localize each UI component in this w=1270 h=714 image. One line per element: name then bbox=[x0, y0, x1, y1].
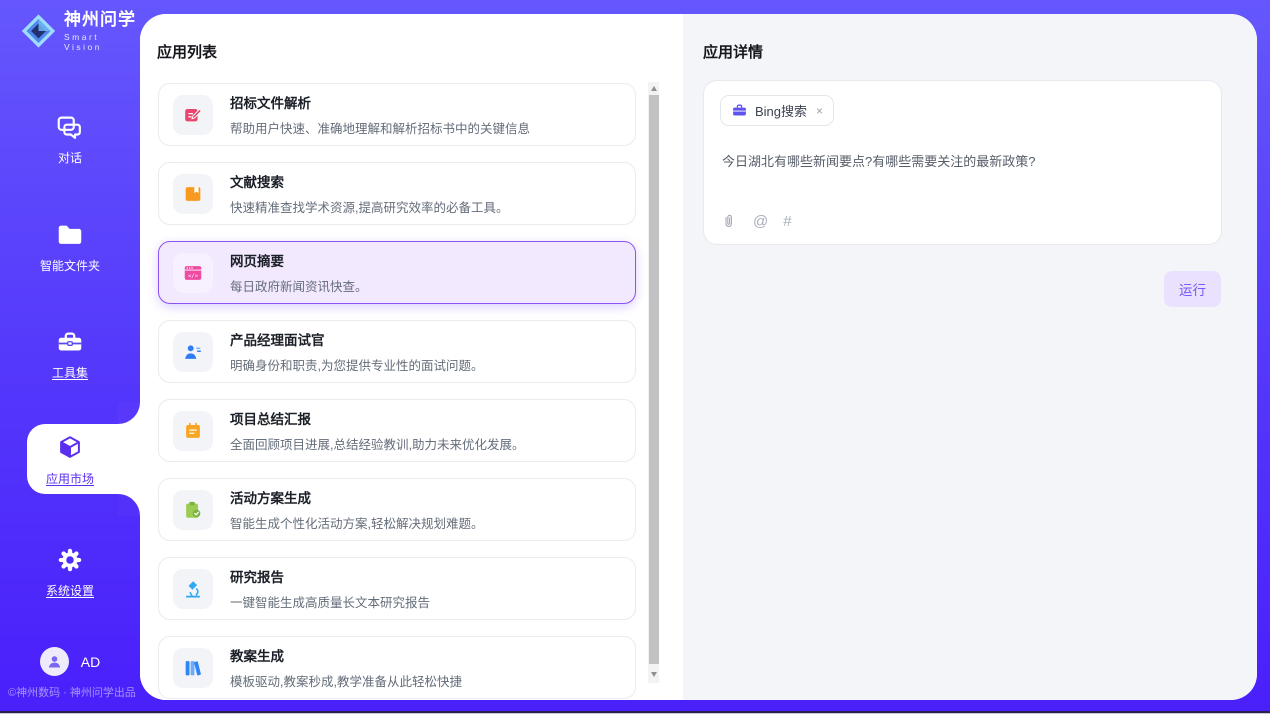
app-card-literature-search[interactable]: 文献搜索 快速精准查找学术资源,提高研究效率的必备工具。 bbox=[158, 162, 636, 225]
chat-icon bbox=[55, 112, 85, 142]
app-card-web-summary[interactable]: </> 网页摘要 每日政府新闻资讯快查。 bbox=[158, 241, 636, 304]
run-button[interactable]: 运行 bbox=[1164, 271, 1221, 307]
app-card-pm-interviewer[interactable]: 产品经理面试官 明确身份和职责,为您提供专业性的面试问题。 bbox=[158, 320, 636, 383]
scrollbar-down-button[interactable] bbox=[648, 668, 659, 680]
app-list-title: 应用列表 bbox=[157, 41, 217, 62]
microscope-icon bbox=[182, 578, 204, 600]
tool-chip-label: Bing搜索 bbox=[755, 101, 807, 120]
pill-concave-corner-top bbox=[118, 402, 140, 424]
folder-icon bbox=[55, 220, 85, 250]
app-card-title: 活动方案生成 bbox=[230, 487, 483, 507]
app-icon-tile bbox=[173, 490, 213, 530]
brand-diamond-icon bbox=[20, 12, 57, 50]
chip-close-icon[interactable]: × bbox=[816, 104, 823, 118]
brand-logo: 神州问学 Smart Vision bbox=[20, 11, 140, 52]
sidebar-item-label: 对话 bbox=[58, 149, 82, 166]
app-card-research-report[interactable]: 研究报告 一键智能生成高质量长文本研究报告 bbox=[158, 557, 636, 620]
sidebar-item-label: 系统设置 bbox=[46, 582, 94, 599]
app-card-desc: 帮助用户快速、准确地理解和解析招标书中的关键信息 bbox=[230, 118, 530, 137]
app-card-bid-document-analysis[interactable]: 招标文件解析 帮助用户快速、准确地理解和解析招标书中的关键信息 bbox=[158, 83, 636, 146]
person-icon bbox=[46, 653, 63, 670]
hash-icon[interactable]: # bbox=[783, 213, 791, 230]
app-card-title: 教案生成 bbox=[230, 645, 462, 665]
app-icon-tile: </> bbox=[173, 253, 213, 293]
query-text[interactable]: 今日湖北有哪些新闻要点?有哪些需要关注的最新政策? bbox=[722, 151, 1202, 170]
app-card-title: 网页摘要 bbox=[230, 250, 368, 270]
app-icon-tile bbox=[173, 332, 213, 372]
app-icon-tile bbox=[173, 411, 213, 451]
sidebar-item-smart-folder[interactable]: 智能文件夹 bbox=[0, 220, 140, 274]
gear-icon bbox=[55, 545, 85, 575]
scroll-up-icon bbox=[651, 86, 657, 91]
sidebar-item-toolbox[interactable]: 工具集 bbox=[0, 327, 140, 381]
sidebar-item-chat[interactable]: 对话 bbox=[0, 112, 140, 166]
cube-icon bbox=[55, 433, 85, 463]
brand-subtitle: Smart Vision bbox=[64, 32, 140, 52]
list-scrollbar[interactable] bbox=[648, 82, 659, 683]
app-card-project-summary[interactable]: 项目总结汇报 全面回顾项目进展,总结经验教训,助力未来优化发展。 bbox=[158, 399, 636, 462]
sidebar-item-label: 应用市场 bbox=[46, 470, 94, 487]
app-window: 神州问学 Smart Vision 对话 智能文件夹 工具 bbox=[0, 0, 1270, 714]
app-icon-tile bbox=[173, 648, 213, 688]
paperclip-icon[interactable] bbox=[720, 212, 738, 230]
prompt-input-card[interactable]: Bing搜索 × 今日湖北有哪些新闻要点?有哪些需要关注的最新政策? @ # bbox=[703, 80, 1222, 245]
scroll-down-icon bbox=[651, 672, 657, 677]
at-sign-icon[interactable]: @ bbox=[753, 213, 768, 230]
browser-code-icon: </> bbox=[182, 262, 204, 284]
app-detail-title: 应用详情 bbox=[703, 41, 763, 62]
app-detail-panel: 应用详情 Bing搜索 × 今日湖北有哪些新闻要点?有哪些需要关注的最新政策? bbox=[683, 14, 1257, 700]
app-card-event-plan[interactable]: 活动方案生成 智能生成个性化活动方案,轻松解决规划难题。 bbox=[158, 478, 636, 541]
app-card-title: 项目总结汇报 bbox=[230, 408, 524, 428]
main-panel: 应用列表 招标文件解析 帮助用户快速、准确地理解和解析招标书中的关键信息 bbox=[140, 14, 1257, 700]
pill-concave-corner-bottom bbox=[118, 494, 140, 516]
user-initials: AD bbox=[81, 654, 100, 670]
copyright-footer: ©神州数码 · 神州问学出品 bbox=[8, 684, 140, 700]
input-toolbar: @ # bbox=[720, 212, 792, 230]
app-card-title: 文献搜索 bbox=[230, 171, 508, 191]
app-card-title: 研究报告 bbox=[230, 566, 430, 586]
app-card-desc: 模板驱动,教案秒成,教学准备从此轻松快捷 bbox=[230, 671, 462, 690]
tool-chip-bing-search[interactable]: Bing搜索 × bbox=[720, 95, 834, 126]
app-list-panel: 应用列表 招标文件解析 帮助用户快速、准确地理解和解析招标书中的关键信息 bbox=[140, 14, 683, 700]
book-icon bbox=[182, 183, 204, 205]
sidebar-item-settings[interactable]: 系统设置 bbox=[0, 545, 140, 599]
app-card-desc: 明确身份和职责,为您提供专业性的面试问题。 bbox=[230, 355, 483, 374]
app-card-list: 招标文件解析 帮助用户快速、准确地理解和解析招标书中的关键信息 文献搜索 快速精… bbox=[158, 83, 636, 700]
app-card-title: 产品经理面试官 bbox=[230, 329, 483, 349]
app-card-lesson-plan[interactable]: 教案生成 模板驱动,教案秒成,教学准备从此轻松快捷 bbox=[158, 636, 636, 699]
books-icon bbox=[182, 657, 204, 679]
sidebar-item-label: 工具集 bbox=[52, 364, 88, 381]
toolbox-icon bbox=[55, 327, 85, 357]
sidebar-item-label: 智能文件夹 bbox=[40, 257, 100, 274]
svg-text:</>: </> bbox=[188, 273, 199, 279]
sidebar-item-app-market[interactable]: 应用市场 bbox=[0, 433, 140, 487]
app-card-desc: 每日政府新闻资讯快查。 bbox=[230, 276, 368, 295]
avatar bbox=[40, 647, 69, 676]
app-icon-tile bbox=[173, 174, 213, 214]
briefcase-icon bbox=[731, 102, 748, 119]
brand-name: 神州问学 bbox=[64, 11, 140, 30]
run-row: 运行 bbox=[1164, 271, 1221, 307]
interviewer-icon bbox=[182, 341, 204, 363]
notepad-icon bbox=[182, 420, 204, 442]
app-card-desc: 快速精准查找学术资源,提高研究效率的必备工具。 bbox=[230, 197, 508, 216]
app-card-title: 招标文件解析 bbox=[230, 92, 530, 112]
scrollbar-thumb[interactable] bbox=[649, 95, 659, 664]
sidebar: 神州问学 Smart Vision 对话 智能文件夹 工具 bbox=[0, 0, 140, 714]
app-icon-tile bbox=[173, 95, 213, 135]
app-card-desc: 智能生成个性化活动方案,轻松解决规划难题。 bbox=[230, 513, 483, 532]
scrollbar-up-button[interactable] bbox=[648, 82, 659, 94]
clipboard-check-icon bbox=[182, 499, 204, 521]
user-account[interactable]: AD bbox=[0, 647, 140, 676]
document-edit-icon bbox=[182, 104, 204, 126]
app-icon-tile bbox=[173, 569, 213, 609]
app-card-desc: 全面回顾项目进展,总结经验教训,助力未来优化发展。 bbox=[230, 434, 524, 453]
app-card-desc: 一键智能生成高质量长文本研究报告 bbox=[230, 592, 430, 611]
